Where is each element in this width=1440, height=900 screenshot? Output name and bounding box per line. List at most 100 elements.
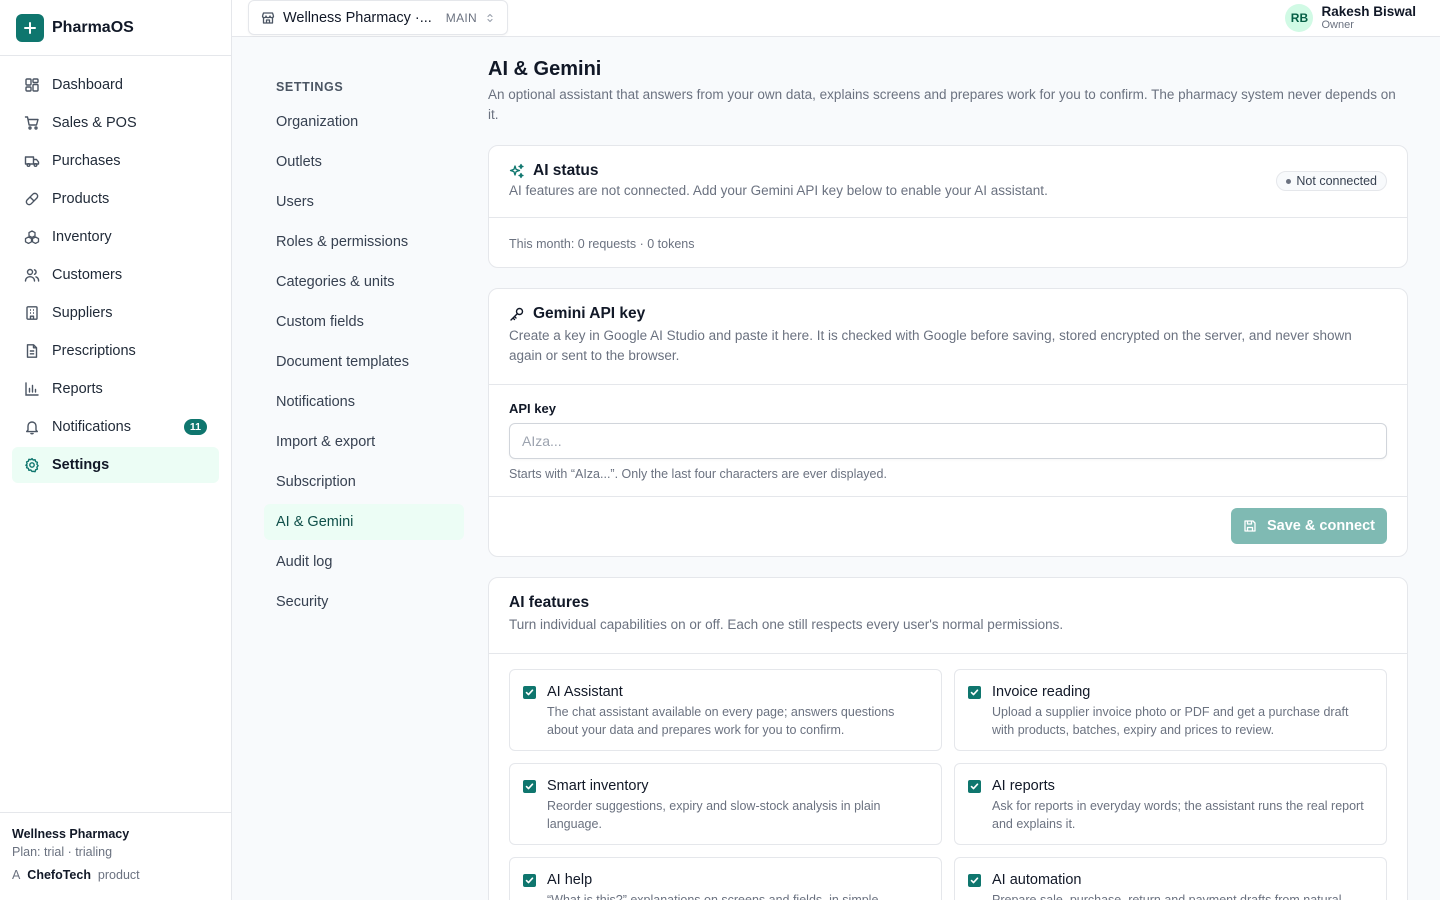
sidebar-item-label: Sales & POS (52, 115, 137, 131)
sidebar-item-label: Settings (52, 457, 110, 473)
sidebar-item-products[interactable]: Products (12, 181, 219, 217)
sidebar-item-customers[interactable]: Customers (12, 257, 219, 293)
settings-item-users[interactable]: Users (264, 184, 464, 220)
status-badge: Not connected (1276, 171, 1387, 191)
brand[interactable]: PharmaOS (0, 0, 231, 56)
settings-item-outlets[interactable]: Outlets (264, 144, 464, 180)
feature-title: AI Assistant (547, 684, 623, 700)
org-name: Wellness Pharmacy (12, 827, 130, 841)
sidebar-item-sales[interactable]: Sales & POS (12, 105, 219, 141)
status-dot-icon (1286, 178, 1292, 184)
page-description: An optional assistant that answers from … (488, 87, 1396, 122)
bar-chart-icon (24, 381, 40, 397)
users-icon (24, 267, 40, 283)
feature-description: Upload a supplier invoice photo or PDF a… (992, 705, 1349, 737)
feature-invoice-reading[interactable]: Invoice reading Upload a supplier invoic… (954, 669, 1387, 751)
sidebar-item-inventory[interactable]: Inventory (12, 219, 219, 255)
api-key-input[interactable] (509, 423, 1387, 459)
feature-title: AI reports (992, 778, 1055, 794)
settings-item-custom-fields[interactable]: Custom fields (264, 304, 464, 340)
checkbox-checked-icon[interactable] (523, 874, 536, 887)
sidebar-item-label: Customers (52, 267, 123, 283)
checkbox-checked-icon[interactable] (968, 686, 981, 699)
page-header: AI & Gemini An optional assistant that a… (488, 56, 1408, 125)
feature-description: Prepare sale, purchase, return and payme… (992, 893, 1342, 900)
settings-item-security[interactable]: Security (264, 584, 464, 620)
feature-ai-reports[interactable]: AI reports Ask for reports in everyday w… (954, 763, 1387, 845)
sidebar-item-notifications[interactable]: Notifications 11 (12, 409, 219, 445)
feature-ai-automation[interactable]: AI automation Prepare sale, purchase, re… (954, 857, 1387, 900)
sidebar: PharmaOS Dashboard Sales & POS Purchases… (0, 0, 232, 900)
chevron-up-down-icon (485, 12, 495, 24)
ai-status-title: AI status (533, 162, 599, 179)
org-plan: Plan: trial · trialing (12, 845, 113, 859)
feature-title: Invoice reading (992, 684, 1091, 700)
store-icon (261, 11, 275, 25)
pill-icon (24, 191, 40, 207)
checkbox-checked-icon[interactable] (523, 780, 536, 793)
settings-item-ai-gemini[interactable]: AI & Gemini (264, 504, 464, 540)
api-key-hint: Starts with “AIza...”. Only the last fou… (509, 467, 887, 481)
cart-icon (24, 115, 40, 131)
api-key-title: Gemini API key (533, 305, 646, 322)
feature-description: Reorder suggestions, expiry and slow-sto… (547, 799, 881, 831)
sidebar-item-prescriptions[interactable]: Prescriptions (12, 333, 219, 369)
settings-heading: SETTINGS (276, 80, 344, 94)
sidebar-item-label: Inventory (52, 229, 112, 245)
made-by-brand: ChefoTech (27, 868, 91, 882)
sidebar-item-suppliers[interactable]: Suppliers (12, 295, 219, 331)
key-icon (509, 306, 525, 322)
settings-item-notifications[interactable]: Notifications (264, 384, 464, 420)
feature-ai-help[interactable]: AI help “What is this?” explanations on … (509, 857, 942, 900)
sparkles-icon (509, 163, 525, 179)
made-by: A ChefoTech product (12, 868, 219, 882)
settings-nav: SETTINGS Organization Outlets Users Role… (264, 80, 464, 624)
divider (489, 496, 1407, 497)
sidebar-item-label: Suppliers (52, 305, 113, 321)
settings-item-categories-units[interactable]: Categories & units (264, 264, 464, 300)
usage-summary: This month: 0 requests · 0 tokens (509, 237, 695, 251)
app-name: PharmaOS (52, 18, 134, 36)
boxes-icon (24, 229, 40, 245)
divider (489, 653, 1407, 654)
settings-item-subscription[interactable]: Subscription (264, 464, 464, 500)
outlet-name: Wellness Pharmacy ·... (283, 9, 432, 26)
ai-features-card: AI features Turn individual capabilities… (488, 577, 1408, 900)
save-connect-button[interactable]: Save & connect (1231, 508, 1387, 544)
sidebar-item-purchases[interactable]: Purchases (12, 143, 219, 179)
settings-item-roles-permissions[interactable]: Roles & permissions (264, 224, 464, 260)
feature-description: The chat assistant available on every pa… (547, 705, 895, 737)
plus-logo-icon (16, 13, 44, 42)
sidebar-item-label: Dashboard (52, 77, 123, 93)
ai-status-subtitle: AI features are not connected. Add your … (509, 183, 1048, 198)
user-role: Owner (1321, 19, 1354, 31)
sidebar-item-label: Reports (52, 381, 103, 397)
avatar: RB (1285, 4, 1314, 32)
checkbox-checked-icon[interactable] (968, 874, 981, 887)
sidebar-item-reports[interactable]: Reports (12, 371, 219, 407)
settings-item-document-templates[interactable]: Document templates (264, 344, 464, 380)
user-name: Rakesh Biswal (1321, 4, 1416, 19)
status-badge-label: Not connected (1296, 174, 1377, 188)
sidebar-item-dashboard[interactable]: Dashboard (12, 67, 219, 103)
sidebar-item-settings[interactable]: Settings (12, 447, 219, 483)
api-key-card: Gemini API key Create a key in Google AI… (488, 288, 1408, 557)
settings-item-organization[interactable]: Organization (264, 104, 464, 140)
api-key-subtitle: Create a key in Google AI Studio and pas… (509, 328, 1352, 363)
checkbox-checked-icon[interactable] (523, 686, 536, 699)
feature-ai-assistant[interactable]: AI Assistant The chat assistant availabl… (509, 669, 942, 751)
user-menu[interactable]: RB Rakesh Biswal Owner (1285, 4, 1416, 32)
save-connect-label: Save & connect (1267, 518, 1375, 534)
outlet-switcher[interactable]: Wellness Pharmacy ·... MAIN (248, 0, 508, 35)
feature-title: Smart inventory (547, 778, 649, 794)
settings-item-audit-log[interactable]: Audit log (264, 544, 464, 580)
settings-item-import-export[interactable]: Import & export (264, 424, 464, 460)
sidebar-footer: Wellness Pharmacy Plan: trial · trialing… (0, 812, 231, 900)
checkbox-checked-icon[interactable] (968, 780, 981, 793)
feature-description: “What is this?” explanations on screens … (547, 893, 879, 900)
ai-features-title: AI features (509, 594, 590, 611)
topbar: Wellness Pharmacy ·... MAIN RB Rakesh Bi… (232, 0, 1440, 37)
save-icon (1243, 519, 1257, 533)
feature-smart-inventory[interactable]: Smart inventory Reorder suggestions, exp… (509, 763, 942, 845)
dashboard-icon (24, 77, 40, 93)
